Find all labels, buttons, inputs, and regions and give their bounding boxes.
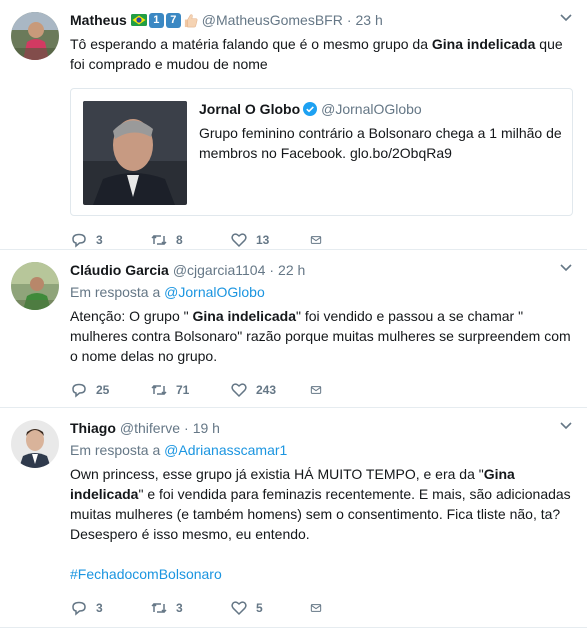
reply-count: 3 [96, 601, 103, 615]
reply-context: Em resposta a @Adrianasscamar1 [70, 442, 288, 458]
tweet-actions: 25 71 243 [70, 372, 573, 408]
like-button[interactable]: 5 [230, 599, 310, 617]
verified-badge-icon [303, 102, 318, 116]
like-count: 243 [256, 383, 277, 397]
keycap-1-icon: 1 [148, 12, 164, 28]
user-handle[interactable]: @thiferve [120, 418, 180, 438]
display-name[interactable]: Thiago [70, 418, 116, 438]
quoted-display-name: Jornal O Globo [199, 101, 301, 117]
retweet-button[interactable]: 3 [150, 599, 230, 617]
retweet-count: 8 [176, 233, 183, 247]
quoted-tweet-body: Jornal O Globo @JornalOGlobo Grupo femin… [187, 89, 572, 215]
separator-dot: · [269, 262, 275, 278]
bold-term: Gina indelicada [192, 308, 296, 324]
retweet-button[interactable]: 8 [150, 231, 230, 249]
chevron-down-icon[interactable] [559, 418, 573, 432]
bold-term: Gina indelicada [431, 36, 536, 52]
thumbs-up-icon [184, 13, 198, 27]
reply-button[interactable]: 3 [70, 231, 150, 249]
direct-message-button[interactable] [310, 231, 330, 249]
separator-dot: · [346, 12, 352, 28]
hashtag-link[interactable]: #FechadocomBolsonaro [70, 566, 222, 582]
quoted-tweet-header: Jornal O Globo @JornalOGlobo [199, 99, 562, 119]
tweet-text: Own princess, esse grupo já existia HÁ M… [70, 466, 571, 542]
reply-count: 3 [96, 233, 103, 247]
separator-dot: · [184, 420, 189, 436]
tweet-hashtag-line: #FechadocomBolsonaro [70, 564, 573, 584]
reply-button[interactable]: 3 [70, 599, 150, 617]
avatar[interactable] [11, 12, 59, 60]
like-count: 13 [256, 233, 270, 247]
retweet-count: 71 [176, 383, 190, 397]
tweet-text: Tô esperando a matéria falando que é o m… [70, 36, 563, 72]
direct-message-button[interactable] [310, 381, 330, 399]
user-handle[interactable]: @MatheusGomesBFR [202, 10, 343, 30]
display-name[interactable]: Cláudio Garcia [70, 260, 169, 280]
quoted-tweet-text: Grupo feminino contrário a Bolsonaro che… [199, 125, 562, 161]
user-handle[interactable]: @cjgarcia1104 [173, 260, 266, 280]
quoted-tweet-image [83, 101, 187, 205]
avatar[interactable] [11, 420, 59, 468]
tweet-header: Thiago @thiferve · 19 h [70, 418, 573, 438]
chevron-down-icon[interactable] [559, 10, 573, 24]
tweet-text: Atenção: O grupo " Gina indelicada" foi … [70, 308, 571, 364]
retweet-count: 3 [176, 601, 183, 615]
timestamp[interactable]: 23 h [356, 10, 383, 30]
heart-icon [231, 383, 247, 398]
like-count: 5 [256, 601, 263, 615]
retweet-icon [151, 602, 167, 614]
envelope-icon [310, 386, 322, 394]
reply-context: Em resposta a @JornalOGlobo [70, 284, 265, 300]
display-name[interactable]: Matheus [70, 10, 127, 30]
reply-icon [72, 383, 86, 398]
chevron-down-icon[interactable] [559, 260, 573, 274]
timestamp[interactable]: 19 h [193, 418, 220, 438]
envelope-icon [310, 236, 322, 244]
retweet-button[interactable]: 71 [150, 381, 230, 399]
like-button[interactable]: 243 [230, 381, 310, 399]
reply-icon [72, 233, 86, 248]
retweet-icon [151, 234, 167, 246]
tweet[interactable]: Matheus 1 7 @MatheusGomesBFR · 23 h Tô e… [0, 0, 587, 250]
direct-message-button[interactable] [310, 599, 330, 617]
tweet-actions: 3 3 5 [70, 590, 573, 626]
reply-button[interactable]: 25 [70, 381, 150, 399]
quoted-user-handle: @JornalOGlobo [321, 101, 422, 117]
reply-icon [72, 601, 86, 616]
tweet-header: Cláudio Garcia @cjgarcia1104 · 22 h [70, 260, 573, 280]
reply-count: 25 [96, 383, 110, 397]
quoted-tweet-card[interactable]: Jornal O Globo @JornalOGlobo Grupo femin… [70, 88, 573, 216]
tweet[interactable]: Thiago @thiferve · 19 h Em resposta a @A… [0, 408, 587, 628]
like-button[interactable]: 13 [230, 231, 310, 249]
heart-icon [231, 601, 247, 616]
envelope-icon [310, 604, 322, 612]
keycap-7-icon: 7 [165, 12, 181, 28]
tweet-header: Matheus 1 7 @MatheusGomesBFR · 23 h [70, 10, 573, 30]
avatar[interactable] [11, 262, 59, 310]
reply-to-link[interactable]: @Adrianasscamar1 [164, 442, 287, 458]
retweet-icon [151, 384, 167, 396]
heart-icon [231, 233, 247, 248]
reply-to-link[interactable]: @JornalOGlobo [164, 284, 265, 300]
brazil-flag-icon [130, 14, 147, 26]
tweet[interactable]: Cláudio Garcia @cjgarcia1104 · 22 h Em r… [0, 250, 587, 408]
name-emoji: 1 7 [130, 12, 198, 28]
timestamp[interactable]: 22 h [278, 260, 305, 280]
